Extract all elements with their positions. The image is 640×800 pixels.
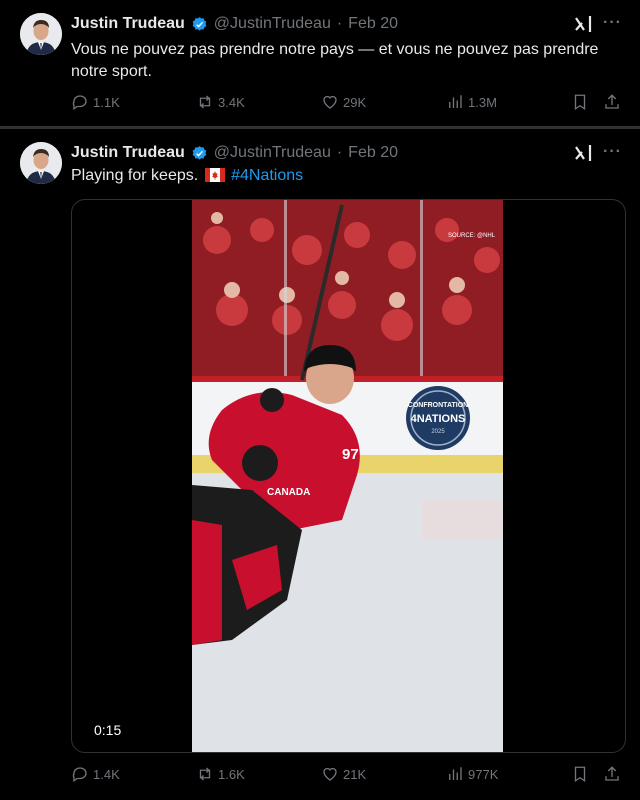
repost-icon [199,95,211,109]
tweet-text: Vous ne pouvez pas prendre notre pays — … [71,41,599,80]
board-logo-line1: CONFRONTATION [408,402,468,409]
reply-icon [72,767,87,783]
reply-count: 1.4K [93,766,120,782]
jersey-text: CANADA [267,487,310,498]
tweet-1[interactable]: Justin Trudeau @JustinTrudeau · Feb 20 ·… [0,0,640,126]
tweet-date[interactable]: Feb 20 [348,144,398,162]
grok-icon[interactable] [573,143,595,163]
like-button[interactable]: 29K [321,93,366,111]
video-player[interactable]: SOURCE: @NHL CONFRONTATION 4NATIONS 2025 [71,199,626,753]
repost-icon [199,767,211,781]
views-button[interactable]: 977K [446,765,498,783]
avatar-image [20,13,62,55]
author-name[interactable]: Justin Trudeau [71,144,185,162]
tweet-header: Justin Trudeau @JustinTrudeau · Feb 20 [71,144,398,162]
author-handle[interactable]: @JustinTrudeau [214,144,331,162]
share-button[interactable] [603,93,621,111]
author-avatar[interactable] [20,13,62,55]
more-icon[interactable]: ··· [603,143,622,161]
verified-badge-icon [192,16,207,31]
repost-count: 3.4K [218,94,245,110]
video-watermark: SOURCE: @NHL [448,233,496,239]
tweet-date[interactable]: Feb 20 [348,15,398,33]
like-icon [323,767,337,781]
avatar-image [20,142,62,184]
repost-button[interactable]: 3.4K [196,93,245,111]
author-avatar[interactable] [20,142,62,184]
board-logo-line2: 4NATIONS [411,413,466,425]
author-name[interactable]: Justin Trudeau [71,15,185,33]
grok-icon[interactable] [573,14,595,34]
reply-button[interactable]: 1.1K [71,93,120,111]
views-button[interactable]: 1.3M [446,93,497,111]
like-button[interactable]: 21K [321,765,366,783]
more-icon[interactable]: ··· [603,14,622,32]
hashtag-link[interactable]: #4Nations [231,167,303,184]
reply-icon [72,95,87,111]
verified-badge-icon [192,145,207,160]
share-icon [605,94,619,109]
video-duration: 0:15 [94,722,122,738]
board-logo-line3: 2025 [431,429,445,435]
views-count: 1.3M [468,94,497,110]
like-count: 21K [343,766,367,782]
views-count: 977K [468,766,499,782]
separator: · [336,15,343,32]
like-count: 29K [343,94,367,110]
bookmark-button[interactable] [571,765,589,783]
tweet-header: Justin Trudeau @JustinTrudeau · Feb 20 [71,15,398,33]
hockey-video-still: SOURCE: @NHL CONFRONTATION 4NATIONS 2025 [192,200,503,752]
action-bar: 1.4K 1.6K 21K 977K [71,765,626,787]
reply-count: 1.1K [93,94,120,110]
share-icon [605,766,619,781]
repost-count: 1.6K [218,766,245,782]
tweet-2[interactable]: Justin Trudeau @JustinTrudeau · Feb 20 ·… [0,129,640,800]
share-button[interactable] [603,765,621,783]
author-handle[interactable]: @JustinTrudeau [214,15,331,33]
views-icon [449,767,462,780]
video-frame[interactable]: SOURCE: @NHL CONFRONTATION 4NATIONS 2025 [192,200,503,752]
tweet-text: Playing for keeps. #4Nations [71,165,616,187]
reply-button[interactable]: 1.4K [71,765,120,783]
bookmark-button[interactable] [571,93,589,111]
bookmark-icon [574,94,586,111]
like-icon [323,95,337,109]
repost-button[interactable]: 1.6K [196,765,245,783]
bookmark-icon [574,766,586,783]
canada-flag-icon [204,168,225,182]
views-icon [449,95,462,108]
separator: · [336,144,343,161]
jersey-number: 97 [342,446,359,463]
tweet-text-body: Playing for keeps. [71,167,199,184]
action-bar: 1.1K 3.4K 29K 1.3M [71,93,626,115]
